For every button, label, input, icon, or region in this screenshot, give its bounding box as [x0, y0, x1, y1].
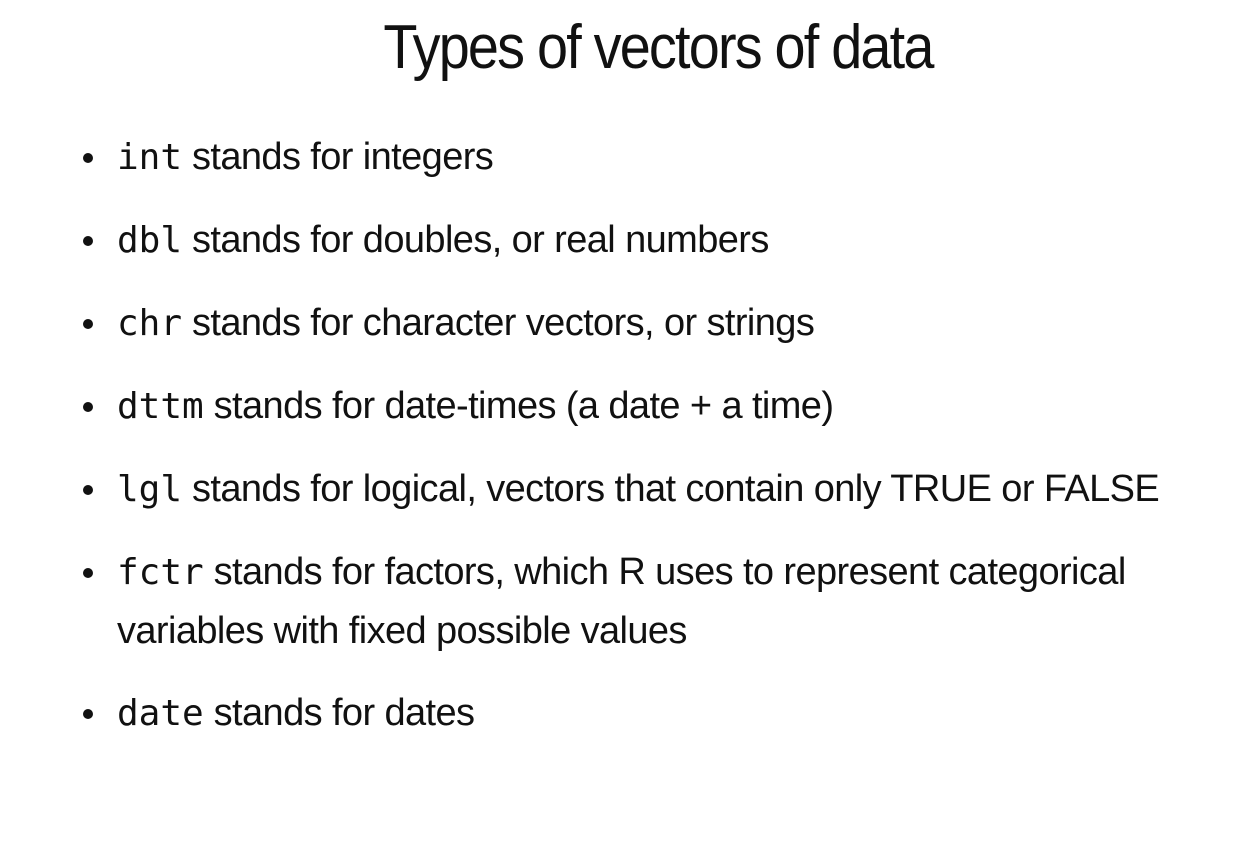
type-description: stands for dates [203, 692, 475, 734]
bullet-dot-icon [83, 153, 93, 163]
type-code: lgl [117, 469, 183, 510]
type-code: chr [117, 303, 183, 344]
bullet-dot-icon [83, 568, 93, 578]
type-code: date [117, 693, 204, 734]
list-item-dbl: dbl stands for doubles, or real numbers [0, 211, 1240, 270]
bullet-list: int stands for integers dbl stands for d… [0, 128, 1240, 767]
bullet-dot-icon [83, 236, 93, 246]
type-description: stands for date-times (a date + a time) [203, 385, 834, 427]
list-item-date: date stands for dates [0, 684, 1240, 743]
type-description: stands for character vectors, or strings [182, 302, 815, 344]
type-code: dttm [117, 386, 204, 427]
type-code: int [117, 137, 183, 178]
slide-title: Types of vectors of data [383, 13, 934, 82]
list-item-chr: chr stands for character vectors, or str… [0, 294, 1240, 353]
list-item-int: int stands for integers [0, 128, 1240, 187]
bullet-dot-icon [83, 402, 93, 412]
bullet-dot-icon [83, 485, 93, 495]
type-code: dbl [117, 220, 183, 261]
list-item-lgl: lgl stands for logical, vectors that con… [0, 460, 1240, 519]
type-description: stands for logical, vectors that contain… [182, 468, 1160, 510]
type-description: stands for integers [182, 136, 494, 178]
slide: Types of vectors of data int stands for … [0, 0, 1246, 850]
type-description: stands for doubles, or real numbers [182, 219, 769, 261]
bullet-dot-icon [83, 319, 93, 329]
type-code: fctr [117, 552, 204, 593]
list-item-dttm: dttm stands for date-times (a date + a t… [0, 377, 1240, 436]
list-item-fctr: fctr stands for factors, which R uses to… [0, 543, 1240, 660]
bullet-dot-icon [83, 709, 93, 719]
type-description: stands for factors, which R uses to repr… [117, 551, 1126, 652]
